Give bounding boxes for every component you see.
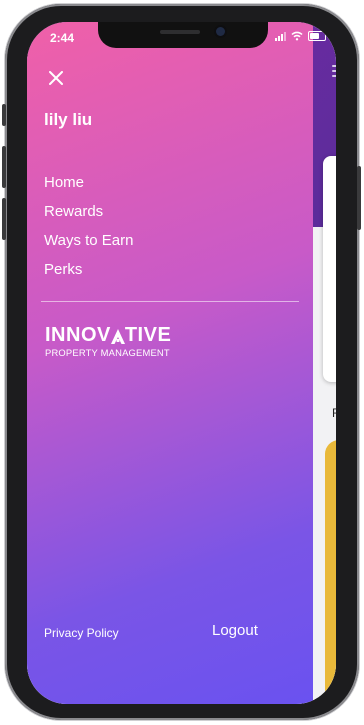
battery-icon — [308, 31, 326, 41]
logo-wordmark: INNOV TIVE — [45, 325, 171, 345]
status-time: 2:44 — [50, 31, 75, 45]
navigation-drawer: 2:44 lily liu Home Rewards Ways to Earn … — [27, 22, 326, 704]
menu-item-rewards[interactable]: Rewards — [44, 197, 133, 226]
phone-screen: R 2:44 lily liu Home Rewards Ways to — [27, 22, 336, 704]
phone-notch — [98, 22, 268, 48]
volume-down-button — [2, 198, 6, 240]
wifi-icon — [291, 31, 303, 41]
mute-switch — [2, 104, 6, 126]
close-icon — [49, 71, 63, 85]
hamburger-menu-icon[interactable] — [332, 62, 336, 80]
volume-up-button — [2, 146, 6, 188]
power-button — [357, 166, 361, 230]
menu-item-home[interactable]: Home — [44, 168, 133, 197]
logout-button[interactable]: Logout — [212, 622, 258, 639]
drawer-menu: Home Rewards Ways to Earn Perks — [44, 168, 133, 284]
privacy-policy-link[interactable]: Privacy Policy — [44, 626, 119, 640]
background-app-yellow-card — [325, 440, 336, 704]
cellular-signal-icon — [275, 31, 286, 41]
front-camera — [216, 27, 225, 36]
logo-text-b: TIVE — [124, 324, 172, 346]
menu-item-perks[interactable]: Perks — [44, 255, 133, 284]
innovative-logo: INNOV TIVE PROPERTY MANAGEMENT — [45, 325, 171, 358]
speaker-grille — [160, 30, 200, 34]
user-name: lily liu — [44, 110, 93, 129]
menu-divider — [41, 301, 299, 302]
house-icon — [110, 329, 125, 344]
status-icons — [275, 31, 326, 41]
close-button[interactable] — [44, 66, 68, 90]
logo-text-a: INNOV — [45, 324, 111, 346]
menu-item-ways-to-earn[interactable]: Ways to Earn — [44, 226, 133, 255]
logo-subtitle: PROPERTY MANAGEMENT — [45, 347, 170, 358]
background-app-text: R — [332, 406, 336, 420]
background-app-card — [323, 156, 336, 382]
